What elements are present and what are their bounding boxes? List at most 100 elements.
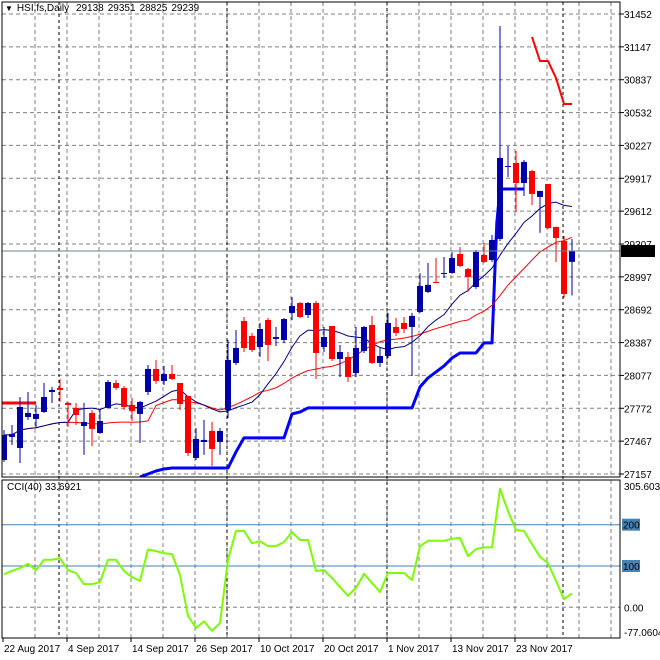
bearish-candle [313,302,319,353]
triangle-down-icon[interactable]: ▼ [5,4,13,13]
cci-zero-label: 0.00 [624,603,644,614]
price-axis-label: 27772 [624,404,652,415]
bearish-candle [393,326,399,333]
date-axis-label: 26 Sep 2017 [196,644,253,655]
bearish-candle [249,335,255,350]
price-chart[interactable]: 3145231147308373053230227299172961229307… [0,0,660,660]
cci-panel-frame [1,479,621,639]
bearish-candle [177,382,183,404]
bullish-candle [201,439,207,442]
bearish-candle [561,240,567,294]
bullish-candle [377,355,383,363]
price-axis-label: 28077 [624,371,652,382]
bullish-candle [225,359,231,410]
bearish-candle [153,368,159,381]
cci-name: CCI(40) [7,482,43,493]
bearish-candle [297,302,303,317]
price-axis-label: 28387 [624,339,652,350]
bullish-candle [41,396,47,412]
cci-level-label: 100 [623,562,640,573]
date-axis-label: 23 Nov 2017 [516,644,573,655]
bearish-candle [433,281,439,283]
date-axis-label: 13 Nov 2017 [452,644,509,655]
price-axis-label: 30837 [624,76,652,87]
bullish-candle [337,352,343,359]
bullish-candle [281,319,287,341]
price-axis-label: 30532 [624,109,652,120]
bullish-candle [25,412,31,418]
bullish-candle [217,430,223,442]
bullish-candle [361,326,367,351]
bullish-candle [417,285,423,312]
fast-moving-average-line [3,201,573,436]
current-price-label: 29239 [624,247,652,258]
bullish-candle [257,328,263,347]
date-axis-label: 22 Aug 2017 [4,644,61,655]
cci-line [3,487,573,632]
price-axis-label: 31452 [624,10,652,21]
bearish-candle [513,162,519,184]
bullish-candle [81,421,87,427]
bullish-candle [9,433,15,437]
cci-axis-max-label: 305.6036 [624,482,660,493]
bearish-candle [169,373,175,380]
bullish-candle [537,190,543,197]
price-axis-label: 29917 [624,174,652,185]
bearish-candle [465,269,471,277]
bullish-candle [505,165,511,167]
price-axis-label: 31147 [624,43,652,54]
bearish-candle [545,183,551,228]
cci-level-label: 200 [623,521,640,532]
bullish-candle [441,272,447,274]
bearish-candle [553,226,559,238]
bullish-candle [497,157,503,239]
high-value: 29351 [107,3,136,14]
price-axis-label: 27157 [624,470,652,481]
close-value: 29239 [171,3,200,14]
bullish-candle [97,420,103,433]
date-axis-label: 1 Nov 2017 [388,644,440,655]
bullish-candle [473,251,479,288]
price-axis-label: 28692 [624,306,652,317]
cci-indicator-label: CCI(40) 33.6921 [7,482,84,493]
chart-window[interactable]: 3145231147308373053230227299172961229307… [0,0,660,660]
bullish-candle [305,302,311,315]
bullish-candle [193,438,199,458]
bearish-candle [265,319,271,345]
bearish-candle [129,404,135,411]
bearish-candle [185,395,191,454]
bullish-candle [145,368,151,392]
bearish-candle [57,387,63,390]
bullish-candle [489,239,495,261]
bullish-candle [449,257,455,273]
bearish-candle [457,254,463,267]
bullish-candle [289,305,295,313]
cci-axis-min-label: -77.0604 [624,628,660,639]
price-axis-label: 27467 [624,437,652,448]
date-axis-label: 10 Oct 2017 [260,644,315,655]
bearish-candle [121,387,127,407]
bullish-candle [273,337,279,339]
price-axis-label: 29612 [624,207,652,218]
bullish-candle [49,389,55,392]
date-axis-label: 14 Sep 2017 [132,644,189,655]
cci-value: 33.6921 [45,482,82,493]
chart-header: ▼ HSI.fs,Daily 29138 29351 28825 29239 [5,3,203,14]
bullish-candle [321,337,327,347]
bearish-candle [209,430,215,449]
bullish-candle [233,347,239,363]
bearish-candle [329,325,335,359]
bullish-candle [105,382,111,408]
bearish-candle [89,412,95,429]
bearish-candle [73,407,79,415]
bearish-candle [65,402,71,405]
bullish-candle [409,315,415,327]
symbol-label: HSI.fs,Daily [16,3,70,14]
bullish-candle [17,406,23,448]
bearish-candle [369,325,375,363]
bullish-candle [521,161,527,184]
price-axis-label: 28997 [624,273,652,284]
date-axis-label: 20 Oct 2017 [324,644,379,655]
bearish-candle [529,171,535,194]
bullish-candle [33,413,39,419]
